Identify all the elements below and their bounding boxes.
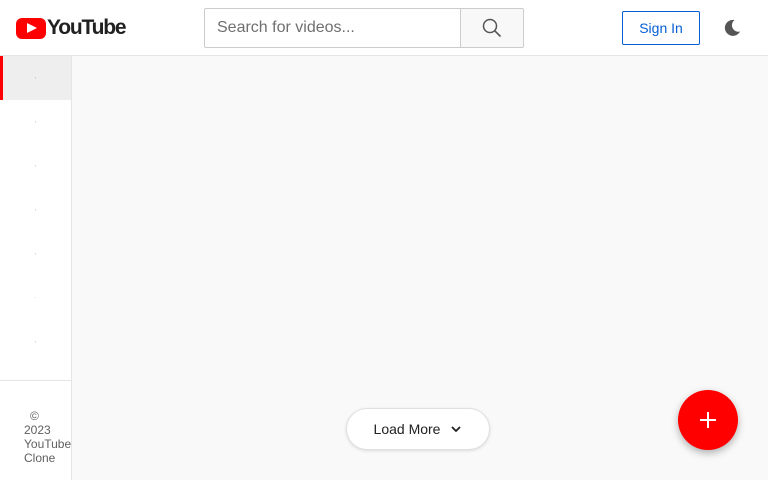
plus-icon bbox=[700, 412, 716, 428]
nav-icon: ◦ bbox=[34, 207, 37, 212]
copyright-year: 2023 bbox=[24, 423, 51, 437]
sidebar-item-4[interactable]: ◦ bbox=[0, 188, 71, 232]
sidebar-divider bbox=[0, 380, 71, 381]
sidebar-item-6[interactable]: · bbox=[0, 276, 71, 320]
add-video-fab[interactable] bbox=[678, 390, 738, 450]
play-logo-icon bbox=[16, 17, 46, 39]
sidebar-item-5[interactable]: ◦ bbox=[0, 232, 71, 276]
search-button[interactable] bbox=[460, 8, 524, 48]
sidebar: ◦ ◦ ◦ ◦ ◦ · ◦ © 2023 YouTube Clone bbox=[0, 56, 72, 480]
nav-icon: ◦ bbox=[34, 251, 37, 256]
sidebar-item-home[interactable]: ◦ bbox=[0, 56, 71, 100]
search-input[interactable] bbox=[204, 8, 460, 48]
sidebar-item-7[interactable]: ◦ bbox=[0, 320, 71, 364]
sidebar-item-2[interactable]: ◦ bbox=[0, 100, 71, 144]
search-icon bbox=[482, 18, 502, 38]
theme-toggle-button[interactable] bbox=[720, 16, 744, 40]
top-header: YouTube Sign In bbox=[0, 0, 768, 56]
nav-icon: · bbox=[34, 295, 37, 300]
home-icon: ◦ bbox=[34, 75, 37, 80]
sidebar-item-3[interactable]: ◦ bbox=[0, 144, 71, 188]
load-more-label: Load More bbox=[373, 421, 441, 437]
load-more-button[interactable]: Load More bbox=[346, 408, 490, 450]
youtube-logo[interactable]: YouTube bbox=[16, 16, 127, 40]
nav-icon: ◦ bbox=[34, 339, 37, 344]
copyright-name-line-1: YouTube bbox=[24, 437, 72, 451]
nav-icon: ◦ bbox=[34, 163, 37, 168]
copyright-name-line-2: Clone bbox=[24, 451, 56, 465]
search-bar bbox=[204, 8, 524, 48]
chevron-down-icon bbox=[451, 426, 462, 433]
logo-text: YouTube bbox=[47, 16, 127, 39]
copyright-symbol: © bbox=[30, 409, 39, 423]
moon-icon bbox=[724, 19, 740, 36]
copyright-text: © 2023 YouTube Clone bbox=[24, 409, 72, 465]
sign-in-button[interactable]: Sign In bbox=[622, 11, 700, 45]
nav-icon: ◦ bbox=[34, 119, 37, 124]
